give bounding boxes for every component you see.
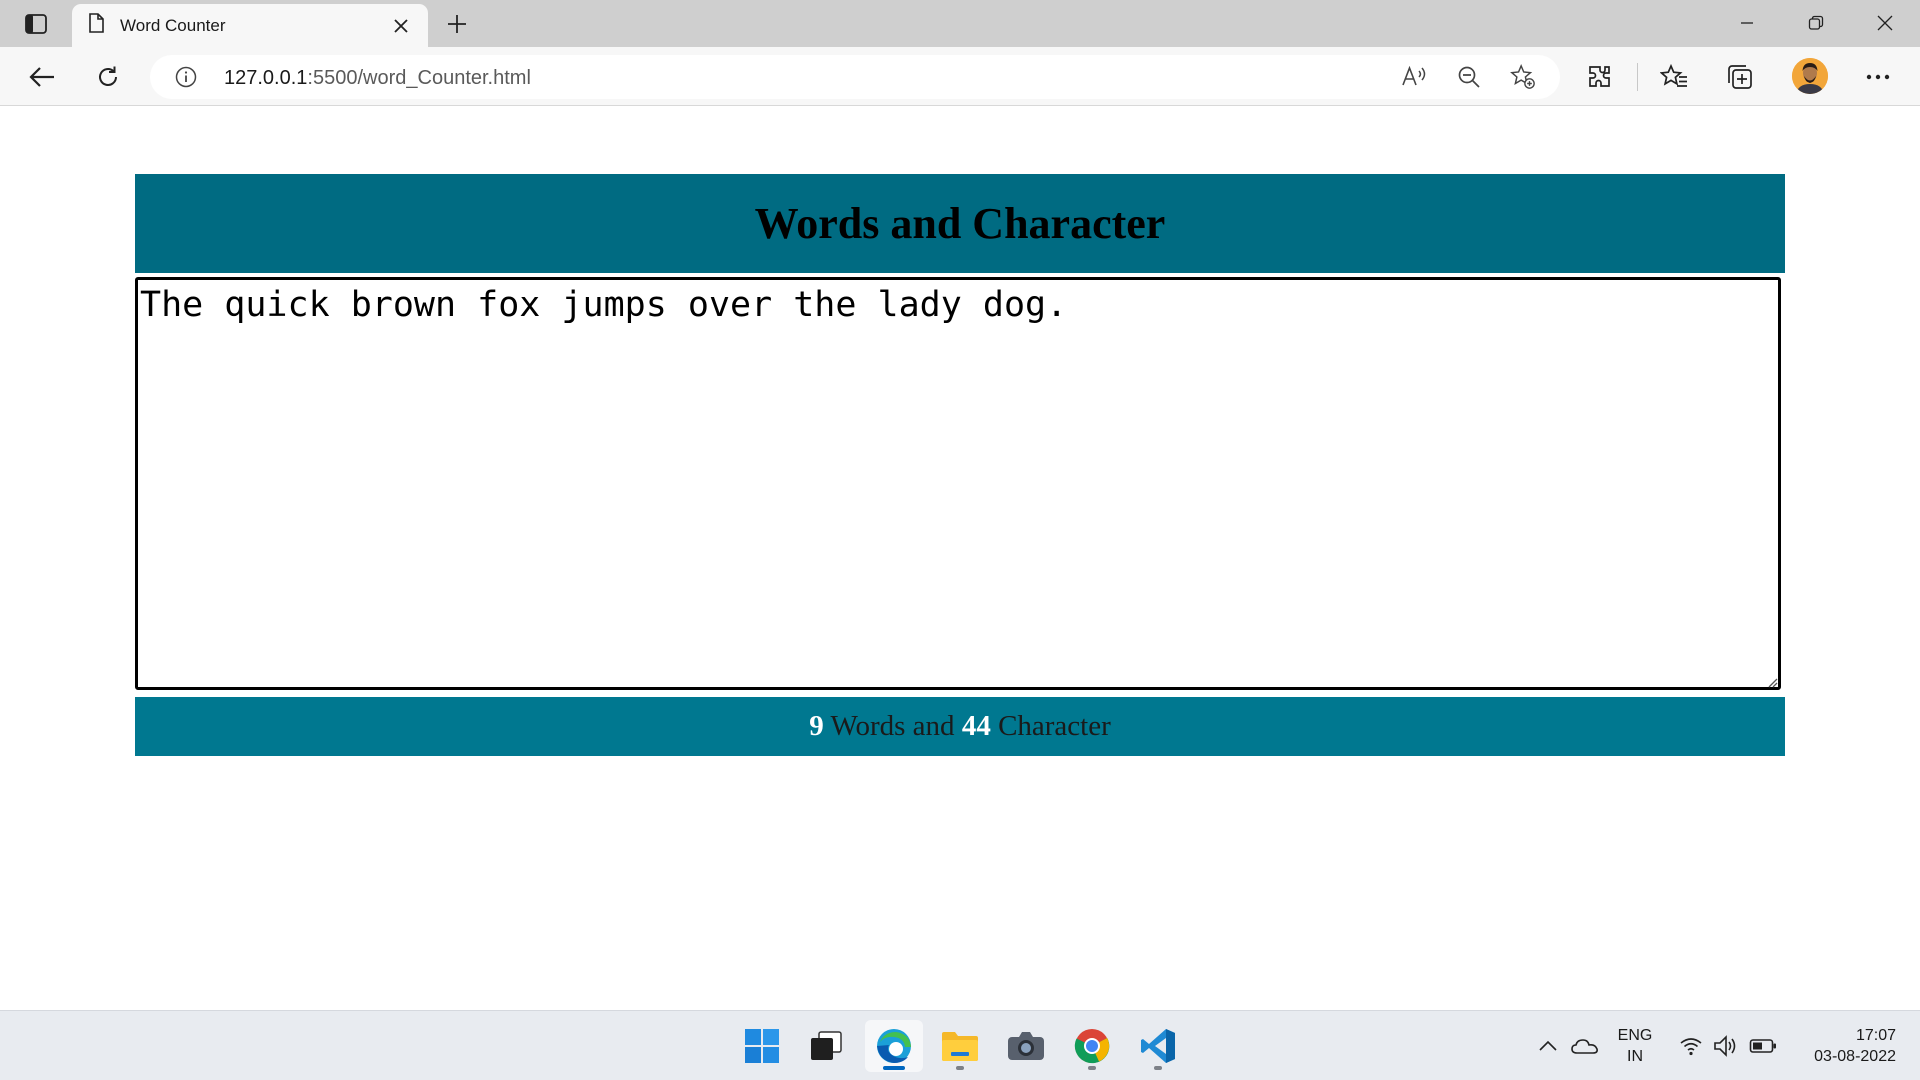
tab-word-counter[interactable]: Word Counter (72, 4, 428, 47)
text-input-area[interactable]: The quick brown fox jumps over the lady … (135, 277, 1781, 690)
page-heading: Words and Character (754, 199, 1166, 248)
tab-actions-icon[interactable] (18, 11, 54, 37)
browser-toolbar: 127.0.0.1:5500/word_Counter.html (0, 47, 1920, 106)
count-summary-bar: 9 Words and 44 Character (135, 697, 1785, 756)
taskbar-chrome[interactable] (1063, 1020, 1121, 1072)
restore-icon[interactable] (1793, 8, 1839, 38)
character-count: 44 (961, 710, 991, 742)
header-bar: Words and Character (135, 174, 1785, 273)
url-text: 127.0.0.1:5500/word_Counter.html (224, 67, 531, 90)
new-tab-icon[interactable] (442, 11, 472, 37)
chrome-icon (1074, 1029, 1110, 1064)
input-language-indicator[interactable]: ENG IN (1612, 1025, 1658, 1067)
running-indicator (956, 1066, 964, 1070)
browser-tab-strip: Word Counter (0, 0, 1920, 47)
region-code: IN (1627, 1048, 1643, 1065)
more-options-icon[interactable] (1860, 59, 1896, 95)
show-hidden-icons-icon[interactable] (1530, 1028, 1566, 1064)
language-code: ENG (1617, 1027, 1653, 1044)
window-close-icon[interactable] (1862, 8, 1908, 38)
add-favorite-icon[interactable] (1510, 63, 1536, 90)
start-button[interactable] (733, 1020, 791, 1072)
close-tab-icon[interactable] (390, 15, 412, 37)
clock-time: 17:07 (1855, 1027, 1896, 1044)
words-label: Words and (823, 710, 962, 742)
extensions-icon[interactable] (1582, 59, 1618, 95)
favorites-icon[interactable] (1656, 59, 1692, 95)
running-indicator (1154, 1066, 1162, 1070)
taskbar-camera[interactable] (997, 1020, 1055, 1072)
system-clock[interactable]: 17:07 03-08-2022 (1790, 1025, 1896, 1067)
camera-icon (1008, 1032, 1044, 1060)
address-bar[interactable]: 127.0.0.1:5500/word_Counter.html (150, 55, 1560, 99)
reload-icon[interactable] (90, 59, 126, 95)
web-page: Words and Character The quick brown fox … (0, 107, 1920, 1010)
running-indicator (1088, 1066, 1096, 1070)
windows-taskbar: ENG IN 17:07 03-08-2022 (0, 1010, 1920, 1080)
wifi-icon[interactable] (1673, 1028, 1709, 1064)
site-info-icon[interactable] (174, 65, 198, 89)
taskbar-edge[interactable] (865, 1020, 923, 1072)
taskbar-vscode[interactable] (1129, 1020, 1187, 1072)
collections-icon[interactable] (1722, 59, 1758, 95)
back-arrow-icon[interactable] (24, 59, 60, 95)
read-aloud-icon[interactable] (1402, 64, 1428, 90)
active-indicator (883, 1066, 905, 1070)
vscode-icon (1141, 1029, 1175, 1063)
toolbar-separator (1637, 63, 1638, 91)
characters-label: Character (990, 710, 1111, 742)
url-host: 127.0.0.1 (224, 67, 308, 89)
url-path: :5500/word_Counter.html (307, 67, 531, 89)
edge-icon (877, 1029, 911, 1063)
folder-icon (942, 1032, 978, 1061)
clock-date: 03-08-2022 (1814, 1048, 1896, 1065)
taskbar-file-explorer[interactable] (931, 1020, 989, 1072)
word-count: 9 (809, 710, 824, 742)
zoom-out-icon[interactable] (1456, 64, 1482, 90)
onedrive-cloud-icon[interactable] (1567, 1028, 1603, 1064)
profile-avatar[interactable] (1792, 58, 1828, 94)
resize-grip-icon[interactable] (1766, 675, 1778, 688)
volume-icon[interactable] (1708, 1028, 1744, 1064)
battery-icon[interactable] (1745, 1028, 1781, 1064)
windows-logo-icon (745, 1029, 779, 1063)
page-file-icon (88, 13, 104, 38)
tab-title: Word Counter (120, 15, 226, 35)
task-view-button[interactable] (797, 1020, 855, 1072)
minimize-icon[interactable] (1724, 8, 1770, 38)
task-view-icon (811, 1031, 842, 1060)
